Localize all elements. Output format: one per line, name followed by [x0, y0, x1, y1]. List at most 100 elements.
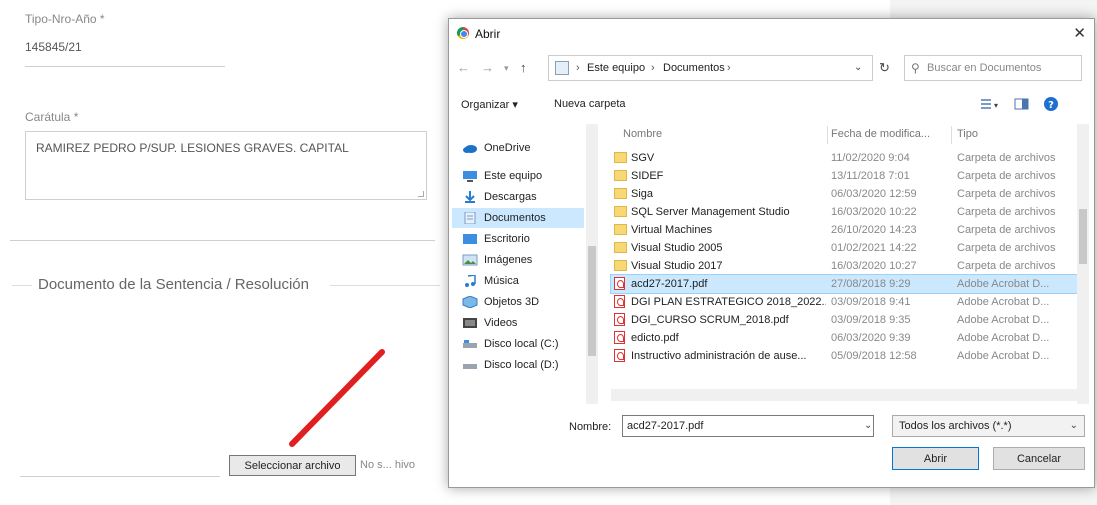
close-icon[interactable]: ✕	[1073, 24, 1086, 42]
nav-item-onedrive[interactable]: OneDrive	[452, 138, 584, 158]
nav-item-musica[interactable]: Música	[452, 271, 584, 291]
file-date: 06/03/2020 9:39	[831, 332, 911, 344]
file-type-select-value: Todos los archivos (*.*)	[899, 420, 1012, 432]
nav-item-descargas[interactable]: Descargas	[452, 187, 584, 207]
horizontal-scrollbar[interactable]	[611, 389, 1077, 401]
drive-icon	[463, 364, 477, 369]
pdf-icon	[614, 313, 625, 326]
file-name: acd27-2017.pdf	[631, 278, 708, 290]
file-date: 03/09/2018 9:35	[831, 314, 911, 326]
pdf-icon	[614, 295, 625, 308]
file-list-scrollbar-thumb[interactable]	[1079, 209, 1087, 264]
pdf-icon	[614, 277, 625, 290]
folder-icon	[614, 170, 627, 181]
file-row[interactable]: Virtual Machines 26/10/2020 14:23 Carpet…	[611, 221, 1077, 239]
file-row[interactable]: DGI PLAN ESTRATEGICO 2018_2022... 03/09/…	[611, 293, 1077, 311]
address-bar[interactable]: › Este equipo › Documentos › ⌄	[548, 55, 873, 81]
help-icon[interactable]: ?	[1041, 94, 1061, 114]
back-arrow-icon[interactable]: ←	[457, 60, 470, 75]
documents-icon	[464, 212, 476, 224]
nav-item-label: Objetos 3D	[484, 296, 540, 308]
red-arrow-line	[289, 349, 385, 447]
search-input[interactable]: ⚲ Buscar en Documentos	[904, 55, 1082, 81]
file-row[interactable]: SQL Server Management Studio 16/03/2020 …	[611, 203, 1077, 221]
breadcrumb-separator: ›	[651, 62, 655, 74]
column-header-name[interactable]: Nombre	[623, 128, 662, 140]
file-row[interactable]: Siga 06/03/2020 12:59 Carpeta de archivo…	[611, 185, 1077, 203]
filename-input[interactable]	[622, 415, 874, 437]
svg-text:?: ?	[1048, 100, 1054, 111]
file-row[interactable]: DGI_CURSO SCRUM_2018.pdf 03/09/2018 9:35…	[611, 311, 1077, 329]
file-date: 01/02/2021 14:22	[831, 242, 917, 254]
nav-item-imagenes[interactable]: Imágenes	[452, 250, 584, 270]
objects3d-icon	[462, 296, 478, 308]
dialog-titlebar[interactable]: Abrir ✕	[449, 19, 1094, 49]
nav-item-videos[interactable]: Videos	[452, 313, 584, 333]
dialog-toolbar: Organizar ▾ Nueva carpeta ▾ ?	[449, 94, 1094, 116]
file-list-scrollbar[interactable]	[1077, 124, 1089, 404]
chevron-down-icon[interactable]: ⌄	[864, 420, 872, 431]
nav-item-este-equipo[interactable]: Este equipo	[452, 166, 584, 186]
column-divider[interactable]	[827, 126, 828, 144]
nav-scrollbar-thumb[interactable]	[588, 246, 596, 356]
organize-button[interactable]: Organizar ▾	[461, 98, 518, 111]
view-options-icon[interactable]: ▾	[979, 96, 1001, 112]
file-type: Carpeta de archivos	[957, 152, 1056, 164]
file-name: Virtual Machines	[631, 224, 713, 236]
open-button[interactable]: Abrir	[892, 447, 979, 470]
up-arrow-icon[interactable]: ↑	[520, 60, 527, 75]
nav-item-label: OneDrive	[484, 142, 531, 154]
chevron-down-icon[interactable]: ⌄	[854, 62, 862, 73]
nav-item-disco-c[interactable]: Disco local (C:)	[452, 334, 584, 354]
folder-icon	[555, 61, 569, 75]
search-placeholder: Buscar en Documentos	[927, 62, 1042, 74]
column-header-type[interactable]: Tipo	[957, 128, 978, 140]
file-type: Carpeta de archivos	[957, 170, 1056, 182]
svg-text:▾: ▾	[994, 101, 998, 110]
nav-item-objetos-3d[interactable]: Objetos 3D	[452, 292, 584, 312]
file-row[interactable]: SIDEF 13/11/2018 7:01 Carpeta de archivo…	[611, 167, 1077, 185]
pdf-icon	[614, 331, 625, 344]
folder-icon	[614, 188, 627, 199]
file-type: Carpeta de archivos	[957, 188, 1056, 200]
file-row[interactable]: edicto.pdf 06/03/2020 9:39 Adobe Acrobat…	[611, 329, 1077, 347]
nav-item-label: Escritorio	[484, 233, 530, 245]
new-folder-button[interactable]: Nueva carpeta	[554, 98, 626, 110]
folder-icon	[614, 242, 627, 253]
preview-pane-icon[interactable]	[1013, 96, 1031, 112]
nav-item-escritorio[interactable]: Escritorio	[452, 229, 584, 249]
breadcrumb-este-equipo[interactable]: Este equipo	[587, 62, 645, 74]
file-date: 27/08/2018 9:29	[831, 278, 911, 290]
red-arrow-annotation	[289, 349, 385, 447]
recent-dropdown-icon[interactable]: ▾	[504, 63, 509, 74]
cancel-button[interactable]: Cancelar	[993, 447, 1085, 470]
nav-scrollbar[interactable]	[586, 124, 598, 404]
nav-item-disco-d[interactable]: Disco local (D:)	[452, 355, 584, 375]
forward-arrow-icon[interactable]: →	[481, 60, 494, 75]
file-row[interactable]: Visual Studio 2017 16/03/2020 10:27 Carp…	[611, 257, 1077, 275]
file-name: Visual Studio 2005	[631, 242, 723, 254]
file-row-selected[interactable]: acd27-2017.pdf 27/08/2018 9:29 Adobe Acr…	[610, 274, 1078, 294]
file-type: Carpeta de archivos	[957, 242, 1056, 254]
column-divider[interactable]	[951, 126, 952, 144]
nav-item-label: Disco local (D:)	[484, 359, 559, 371]
file-type: Carpeta de archivos	[957, 224, 1056, 236]
breadcrumb-documentos[interactable]: Documentos	[663, 62, 725, 74]
refresh-icon[interactable]: ↻	[879, 60, 890, 76]
file-row[interactable]: SGV 11/02/2020 9:04 Carpeta de archivos	[611, 149, 1077, 167]
videos-icon	[463, 318, 477, 328]
nav-item-documentos[interactable]: Documentos	[452, 208, 584, 228]
file-name: SIDEF	[631, 170, 664, 182]
file-name: edicto.pdf	[631, 332, 679, 344]
file-type: Adobe Acrobat D...	[957, 332, 1050, 344]
file-type-select[interactable]: Todos los archivos (*.*) ⌄	[892, 415, 1085, 437]
file-row[interactable]: Visual Studio 2005 01/02/2021 14:22 Carp…	[611, 239, 1077, 257]
column-header-date[interactable]: Fecha de modifica...	[831, 128, 930, 140]
file-row[interactable]: Instructivo administración de ause... 05…	[611, 347, 1077, 365]
file-name: Visual Studio 2017	[631, 260, 723, 272]
nav-item-label: Descargas	[484, 191, 537, 203]
drive-icon	[463, 340, 477, 348]
file-type: Carpeta de archivos	[957, 260, 1056, 272]
computer-icon	[463, 171, 477, 182]
file-type: Adobe Acrobat D...	[957, 350, 1050, 362]
